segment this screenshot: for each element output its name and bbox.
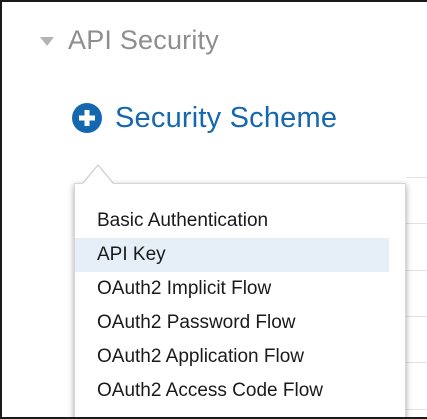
security-scheme-dropdown-menu: Basic Authentication API Key OAuth2 Impl… xyxy=(74,183,406,417)
menu-item-api-key[interactable]: API Key xyxy=(75,238,389,272)
api-security-panel: API Security Security Scheme Basic Authe… xyxy=(0,0,427,419)
background-divider xyxy=(406,270,427,271)
background-divider xyxy=(406,223,427,224)
section-title: API Security xyxy=(68,24,219,55)
background-divider xyxy=(406,362,427,363)
add-security-scheme-button[interactable]: Security Scheme xyxy=(72,96,337,140)
caret-down-icon xyxy=(40,36,54,46)
menu-item-oauth2-application-flow[interactable]: OAuth2 Application Flow xyxy=(75,340,389,374)
background-divider xyxy=(406,316,427,317)
menu-item-oauth2-password-flow[interactable]: OAuth2 Password Flow xyxy=(75,306,389,340)
dropdown-pointer-fill xyxy=(83,166,113,184)
security-scheme-options: Basic Authentication API Key OAuth2 Impl… xyxy=(75,204,405,408)
menu-item-oauth2-access-code-flow[interactable]: OAuth2 Access Code Flow xyxy=(75,374,389,408)
menu-item-oauth2-implicit-flow[interactable]: OAuth2 Implicit Flow xyxy=(75,272,389,306)
plus-circle-icon xyxy=(72,103,102,133)
add-security-scheme-label: Security Scheme xyxy=(115,101,338,134)
background-divider xyxy=(406,177,427,178)
api-security-section-header[interactable]: API Security xyxy=(40,20,219,60)
background-divider xyxy=(406,409,427,410)
menu-item-basic-authentication[interactable]: Basic Authentication xyxy=(75,204,389,238)
